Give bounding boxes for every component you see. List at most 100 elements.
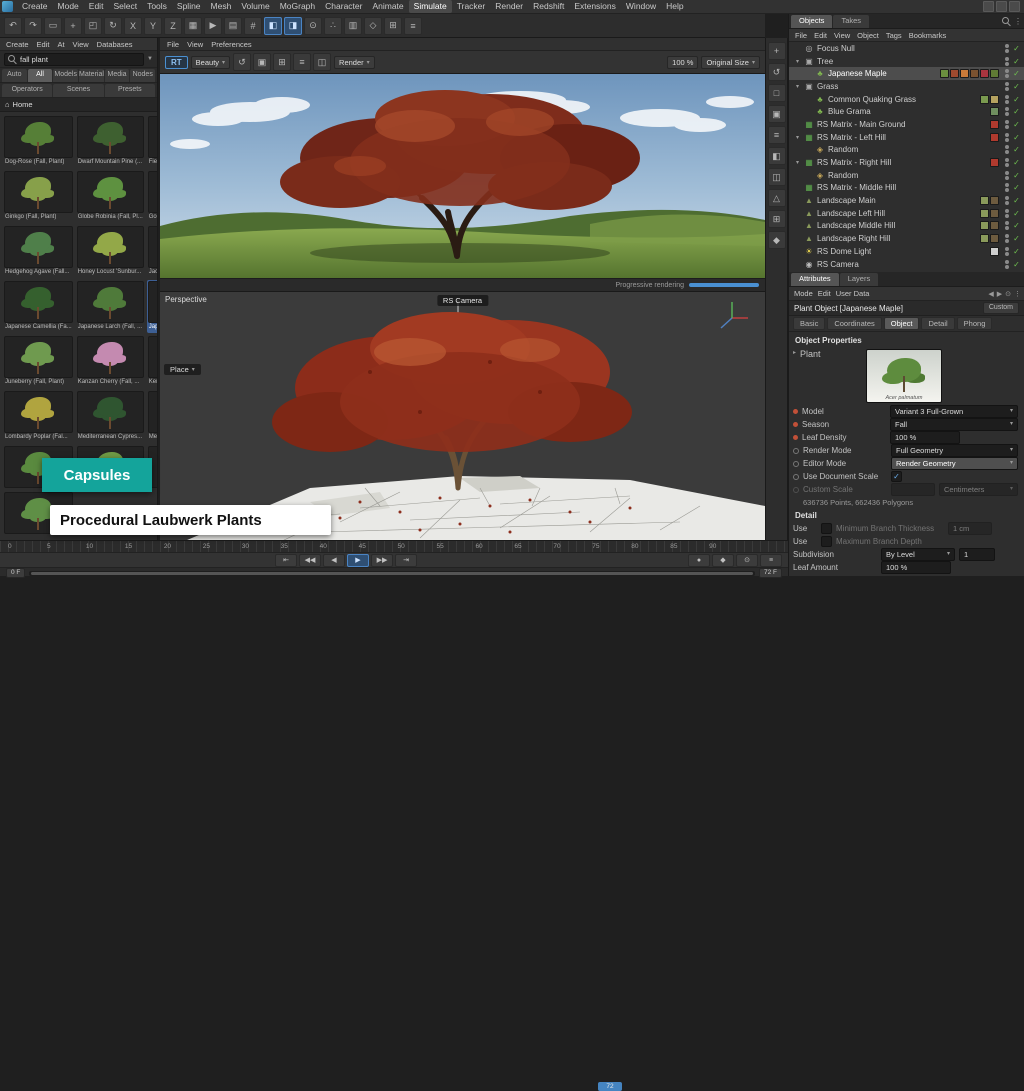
menubar-item[interactable]: Window <box>621 0 661 13</box>
menubar-item[interactable]: Spline <box>172 0 206 13</box>
object-row[interactable]: ◈ Random ✓ <box>789 169 1024 182</box>
menubar-item[interactable]: Help <box>661 0 688 13</box>
visibility-dots[interactable] <box>1005 183 1009 192</box>
render-canvas[interactable] <box>160 74 765 278</box>
material-chip[interactable] <box>970 69 979 78</box>
attribute-tab[interactable]: Phong <box>957 317 993 330</box>
leaf-amount-field[interactable]: 100 % <box>881 561 951 574</box>
enable-check-icon[interactable]: ✓ <box>1012 107 1021 116</box>
visibility-dots[interactable] <box>1005 133 1009 142</box>
visibility-dots[interactable] <box>1005 145 1009 154</box>
asset-item[interactable]: Field Maple (Fall, Plant) <box>147 115 157 168</box>
simulation-icon[interactable]: ◇ <box>364 17 382 35</box>
attributes-menu-item[interactable]: Mode <box>792 289 815 298</box>
timeline-ruler[interactable]: 051015202530354045505560657075808590 <box>0 541 788 552</box>
visibility-dots[interactable] <box>1005 221 1009 230</box>
expand-arrow-icon[interactable]: ▾ <box>794 159 801 166</box>
asset-item[interactable]: Globe Robinia (Fall, Pl... <box>76 170 145 223</box>
visibility-dots[interactable] <box>1005 57 1009 66</box>
enable-check-icon[interactable]: ✓ <box>1012 183 1021 192</box>
enable-check-icon[interactable]: ✓ <box>1012 234 1021 243</box>
keyframe-dot[interactable] <box>793 448 799 454</box>
custom-scale-field[interactable] <box>891 483 935 496</box>
attribute-tab[interactable]: Detail <box>921 317 954 330</box>
viewport-view-menu[interactable]: Perspective <box>165 295 207 304</box>
search-icon[interactable] <box>1002 17 1011 26</box>
enable-check-icon[interactable]: ✓ <box>1012 69 1021 78</box>
attribute-tab[interactable]: Coordinates <box>827 317 881 330</box>
visibility-dots[interactable] <box>1005 209 1009 218</box>
panel-tool-icon[interactable]: ▣ <box>768 105 786 123</box>
snap-icon[interactable]: ⊙ <box>304 17 322 35</box>
material-chip[interactable] <box>990 196 999 205</box>
asset-browser-menu-item[interactable]: Databases <box>94 40 136 49</box>
more-icon[interactable]: ⋮ <box>1014 17 1022 26</box>
timeline-options-button[interactable]: ≡ <box>760 554 782 567</box>
enable-check-icon[interactable]: ✓ <box>1012 145 1021 154</box>
menubar-item[interactable]: Mode <box>53 0 84 13</box>
visibility-dots[interactable] <box>1005 95 1009 104</box>
place-tool-label[interactable]: Place ▾ <box>164 364 201 375</box>
goto-end-button[interactable]: ⇥ <box>395 554 417 567</box>
asset-tab[interactable]: Presets <box>105 84 155 97</box>
enable-check-icon[interactable]: ✓ <box>1012 120 1021 129</box>
material-chip[interactable] <box>990 209 999 218</box>
material-chip[interactable] <box>990 247 999 256</box>
object-row[interactable]: ♣ Blue Grama ✓ <box>789 105 1024 118</box>
panel-tool-icon[interactable]: ↺ <box>768 63 786 81</box>
material-chip[interactable] <box>940 69 949 78</box>
material-chip[interactable] <box>980 234 989 243</box>
region-render-icon[interactable]: ▣ <box>253 53 271 71</box>
object-manager-menu-item[interactable]: File <box>792 31 810 40</box>
y-axis-lock[interactable]: Y <box>144 17 162 35</box>
compare-icon[interactable]: ≡ <box>293 53 311 71</box>
season-dropdown[interactable]: Fall ▾ <box>890 418 1018 431</box>
search-input[interactable]: fall plant <box>4 53 144 66</box>
object-row[interactable]: ◉ RS Camera ✓ <box>789 258 1024 271</box>
menubar-item[interactable]: Create <box>17 0 53 13</box>
min-branch-use-checkbox[interactable] <box>821 523 832 534</box>
render-view-menu-item[interactable]: View <box>184 40 206 49</box>
render-settings-icon[interactable]: # <box>244 17 262 35</box>
goto-start-button[interactable]: ⇤ <box>275 554 297 567</box>
enable-check-icon[interactable]: ✓ <box>1012 196 1021 205</box>
ab-compare-icon[interactable]: ◫ <box>313 53 331 71</box>
keyframe-dot[interactable] <box>793 461 799 467</box>
menubar-item[interactable]: Character <box>320 0 367 13</box>
expand-arrow-icon[interactable]: ▾ <box>794 134 801 141</box>
menubar-item[interactable]: Tracker <box>452 0 491 13</box>
menubar-item[interactable]: Select <box>108 0 142 13</box>
asset-item[interactable]: Lombardy Poplar (Fal... <box>3 390 74 443</box>
material-chip[interactable] <box>980 95 989 104</box>
material-chip[interactable] <box>960 69 969 78</box>
pass-dropdown[interactable]: Beauty ▾ <box>191 56 230 69</box>
panel-tool-icon[interactable]: + <box>768 42 786 60</box>
object-manager-menu-item[interactable]: Edit <box>811 31 830 40</box>
workplane-icon[interactable]: ◨ <box>284 17 302 35</box>
material-chip[interactable] <box>990 69 999 78</box>
keyframe-dot[interactable] <box>793 422 798 427</box>
move-tool-icon[interactable]: + <box>64 17 82 35</box>
material-chip[interactable] <box>950 69 959 78</box>
object-row[interactable]: ▦ RS Matrix - Main Ground ✓ <box>789 118 1024 131</box>
object-manager-menu-item[interactable]: View <box>831 31 853 40</box>
asset-item[interactable]: Japanese Larch (Fall, ... <box>76 280 145 333</box>
attribute-tab[interactable]: Basic <box>793 317 825 330</box>
attributes-menu-item[interactable]: Edit <box>816 289 833 298</box>
subdivision-dropdown[interactable]: By Level ▾ <box>881 548 955 561</box>
visibility-dots[interactable] <box>1005 196 1009 205</box>
asset-browser-menu-item[interactable]: View <box>70 40 92 49</box>
panel-tool-icon[interactable]: ◧ <box>768 147 786 165</box>
app-logo-icon[interactable] <box>2 1 13 12</box>
asset-item[interactable]: Ginkgo (Fall, Plant) <box>3 170 74 223</box>
asset-tab[interactable]: Models <box>53 69 78 82</box>
layout-icon[interactable] <box>996 1 1007 12</box>
visibility-dots[interactable] <box>1005 82 1009 91</box>
object-manager-tab[interactable]: Objects <box>791 15 832 28</box>
min-branch-field[interactable]: 1 cm <box>948 522 992 535</box>
object-row[interactable]: ▲ Landscape Middle Hill ✓ <box>789 220 1024 233</box>
render-dropdown[interactable]: Render ▾ <box>334 56 375 69</box>
rotate-tool-icon[interactable]: ↻ <box>104 17 122 35</box>
material-chip[interactable] <box>990 107 999 116</box>
zoom-level[interactable]: 100 % <box>667 56 698 69</box>
